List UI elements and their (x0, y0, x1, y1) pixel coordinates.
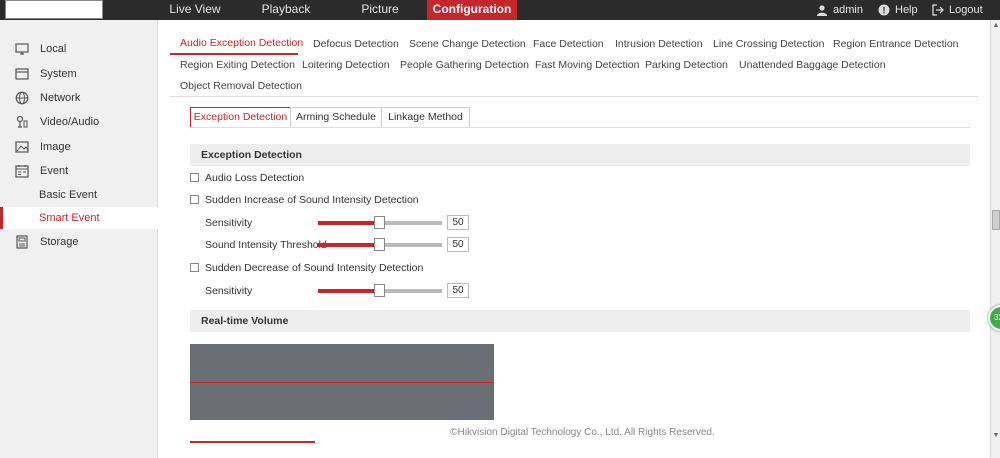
sidebar-item-video-audio[interactable]: Video/Audio (0, 111, 158, 133)
logout-label: Logout (949, 4, 983, 16)
tab-unattended-baggage-detection[interactable]: Unattended Baggage Detection (739, 59, 886, 71)
sidebar-item-local[interactable]: Local (0, 38, 158, 60)
section-header-real-time-volume: Real-time Volume (190, 310, 970, 332)
vertical-scrollbar[interactable]: ▲ ▼ (990, 20, 1000, 458)
sidebar-item-label: System (40, 68, 77, 80)
slider-fill (318, 221, 380, 225)
sidebar-item-label: Smart Event (39, 212, 100, 224)
tab-region-exiting-detection[interactable]: Region Exiting Detection (180, 59, 295, 71)
help-icon: ! (878, 4, 890, 16)
system-icon (15, 68, 29, 80)
sidebar-item-image[interactable]: Image (0, 136, 158, 158)
tab-intrusion-detection[interactable]: Intrusion Detection (615, 38, 703, 50)
sidebar-item-network[interactable]: Network (0, 87, 158, 109)
audio-loss-checkbox[interactable] (190, 173, 199, 182)
decrease-sensitivity-label: Sensitivity (205, 285, 253, 297)
logout-icon (932, 4, 944, 16)
main-content: Audio Exception Detection Defocus Detect… (158, 20, 990, 458)
user-icon (817, 5, 827, 16)
slider-thumb[interactable] (374, 284, 385, 297)
sidebar-item-label: Image (40, 141, 71, 153)
active-tab-underline (170, 53, 298, 55)
nav-configuration[interactable]: Configuration (427, 0, 517, 20)
increase-sensitivity-label: Sensitivity (205, 217, 253, 229)
sidebar-item-label: Network (40, 92, 81, 104)
logo (5, 0, 103, 19)
decrease-sensitivity-value[interactable]: 50 (447, 283, 469, 298)
tab-loitering-detection[interactable]: Loitering Detection (302, 59, 390, 71)
tab-defocus-detection[interactable]: Defocus Detection (313, 38, 399, 50)
scroll-down-arrow-icon[interactable]: ▼ (991, 430, 1000, 442)
sidebar-item-basic-event[interactable]: Basic Event (0, 184, 158, 206)
subtabs-divider (190, 127, 970, 128)
subtab-exception-detection[interactable]: Exception Detection (190, 107, 291, 128)
event-icon (15, 165, 29, 178)
monitor-icon (15, 43, 29, 55)
decrease-sensitivity-slider[interactable] (318, 284, 442, 297)
tab-region-entrance-detection[interactable]: Region Entrance Detection (833, 38, 959, 50)
subtab-bar: Exception Detection Arming Schedule Link… (190, 107, 470, 128)
svg-text:!: ! (883, 6, 886, 16)
sidebar-item-storage[interactable]: Storage (0, 231, 158, 253)
sidebar-item-label: Event (40, 165, 69, 177)
scroll-up-arrow-icon[interactable]: ▲ (991, 20, 1000, 32)
nav-live-view[interactable]: Live View (160, 0, 230, 20)
tab-people-gathering-detection[interactable]: People Gathering Detection (400, 59, 529, 71)
sidebar-item-label: Storage (40, 236, 79, 248)
intensity-threshold-value[interactable]: 50 (447, 237, 469, 252)
audio-loss-label: Audio Loss Detection (205, 172, 305, 184)
help-link[interactable]: ! Help (878, 0, 918, 20)
video-audio-icon (16, 115, 28, 128)
volume-threshold-line (190, 382, 494, 383)
sudden-increase-label: Sudden Increase of Sound Intensity Detec… (205, 194, 419, 206)
nav-playback[interactable]: Playback (252, 0, 320, 20)
sudden-increase-checkbox[interactable] (190, 195, 199, 204)
tab-fast-moving-detection[interactable]: Fast Moving Detection (535, 59, 639, 71)
volume-level-bar (190, 441, 315, 443)
help-label: Help (895, 4, 918, 16)
subtab-linkage-method[interactable]: Linkage Method (381, 107, 470, 128)
nav-picture[interactable]: Picture (350, 0, 410, 20)
logout-link[interactable]: Logout (932, 0, 983, 20)
tab-line-crossing-detection[interactable]: Line Crossing Detection (713, 38, 824, 50)
sudden-decrease-checkbox[interactable] (190, 263, 199, 272)
user-menu[interactable]: admin (816, 0, 863, 20)
real-time-volume-graph (190, 344, 494, 420)
increase-sensitivity-value[interactable]: 50 (447, 215, 469, 230)
subtab-arming-schedule[interactable]: Arming Schedule (290, 107, 382, 128)
tab-parking-detection[interactable]: Parking Detection (645, 59, 728, 71)
tab-face-detection[interactable]: Face Detection (533, 38, 604, 50)
scroll-thumb[interactable] (992, 210, 1000, 230)
slider-fill (318, 289, 380, 293)
sidebar-item-event[interactable]: Event (0, 160, 158, 182)
sidebar: Local System Network Video/Audio Image E… (0, 20, 158, 458)
slider-thumb[interactable] (374, 238, 385, 251)
footer-copyright: ©Hikvision Digital Technology Co., Ltd. … (450, 427, 715, 438)
intensity-threshold-label: Sound Intensity Threshold (205, 239, 327, 251)
storage-icon (16, 235, 28, 249)
sidebar-item-label: Basic Event (39, 189, 98, 201)
sidebar-item-smart-event[interactable]: Smart Event (0, 207, 158, 229)
username-label: admin (833, 4, 863, 16)
tab-audio-exception-detection[interactable]: Audio Exception Detection (180, 37, 303, 49)
globe-icon (15, 91, 29, 105)
slider-thumb[interactable] (374, 216, 385, 229)
sidebar-item-label: Local (40, 43, 67, 55)
tab-object-removal-detection[interactable]: Object Removal Detection (180, 80, 302, 92)
image-icon (15, 141, 29, 153)
increase-sensitivity-slider[interactable] (318, 216, 442, 229)
intensity-threshold-slider[interactable] (318, 238, 442, 251)
slider-fill (318, 243, 380, 247)
top-navigation-bar: Live View Playback Picture Configuration… (0, 0, 1000, 20)
sudden-decrease-label: Sudden Decrease of Sound Intensity Detec… (205, 262, 424, 274)
sidebar-item-system[interactable]: System (0, 63, 158, 85)
tabs-divider (170, 96, 978, 97)
section-header-exception-detection: Exception Detection (190, 144, 970, 166)
sidebar-item-label: Video/Audio (40, 116, 100, 128)
tab-scene-change-detection[interactable]: Scene Change Detection (409, 38, 526, 50)
